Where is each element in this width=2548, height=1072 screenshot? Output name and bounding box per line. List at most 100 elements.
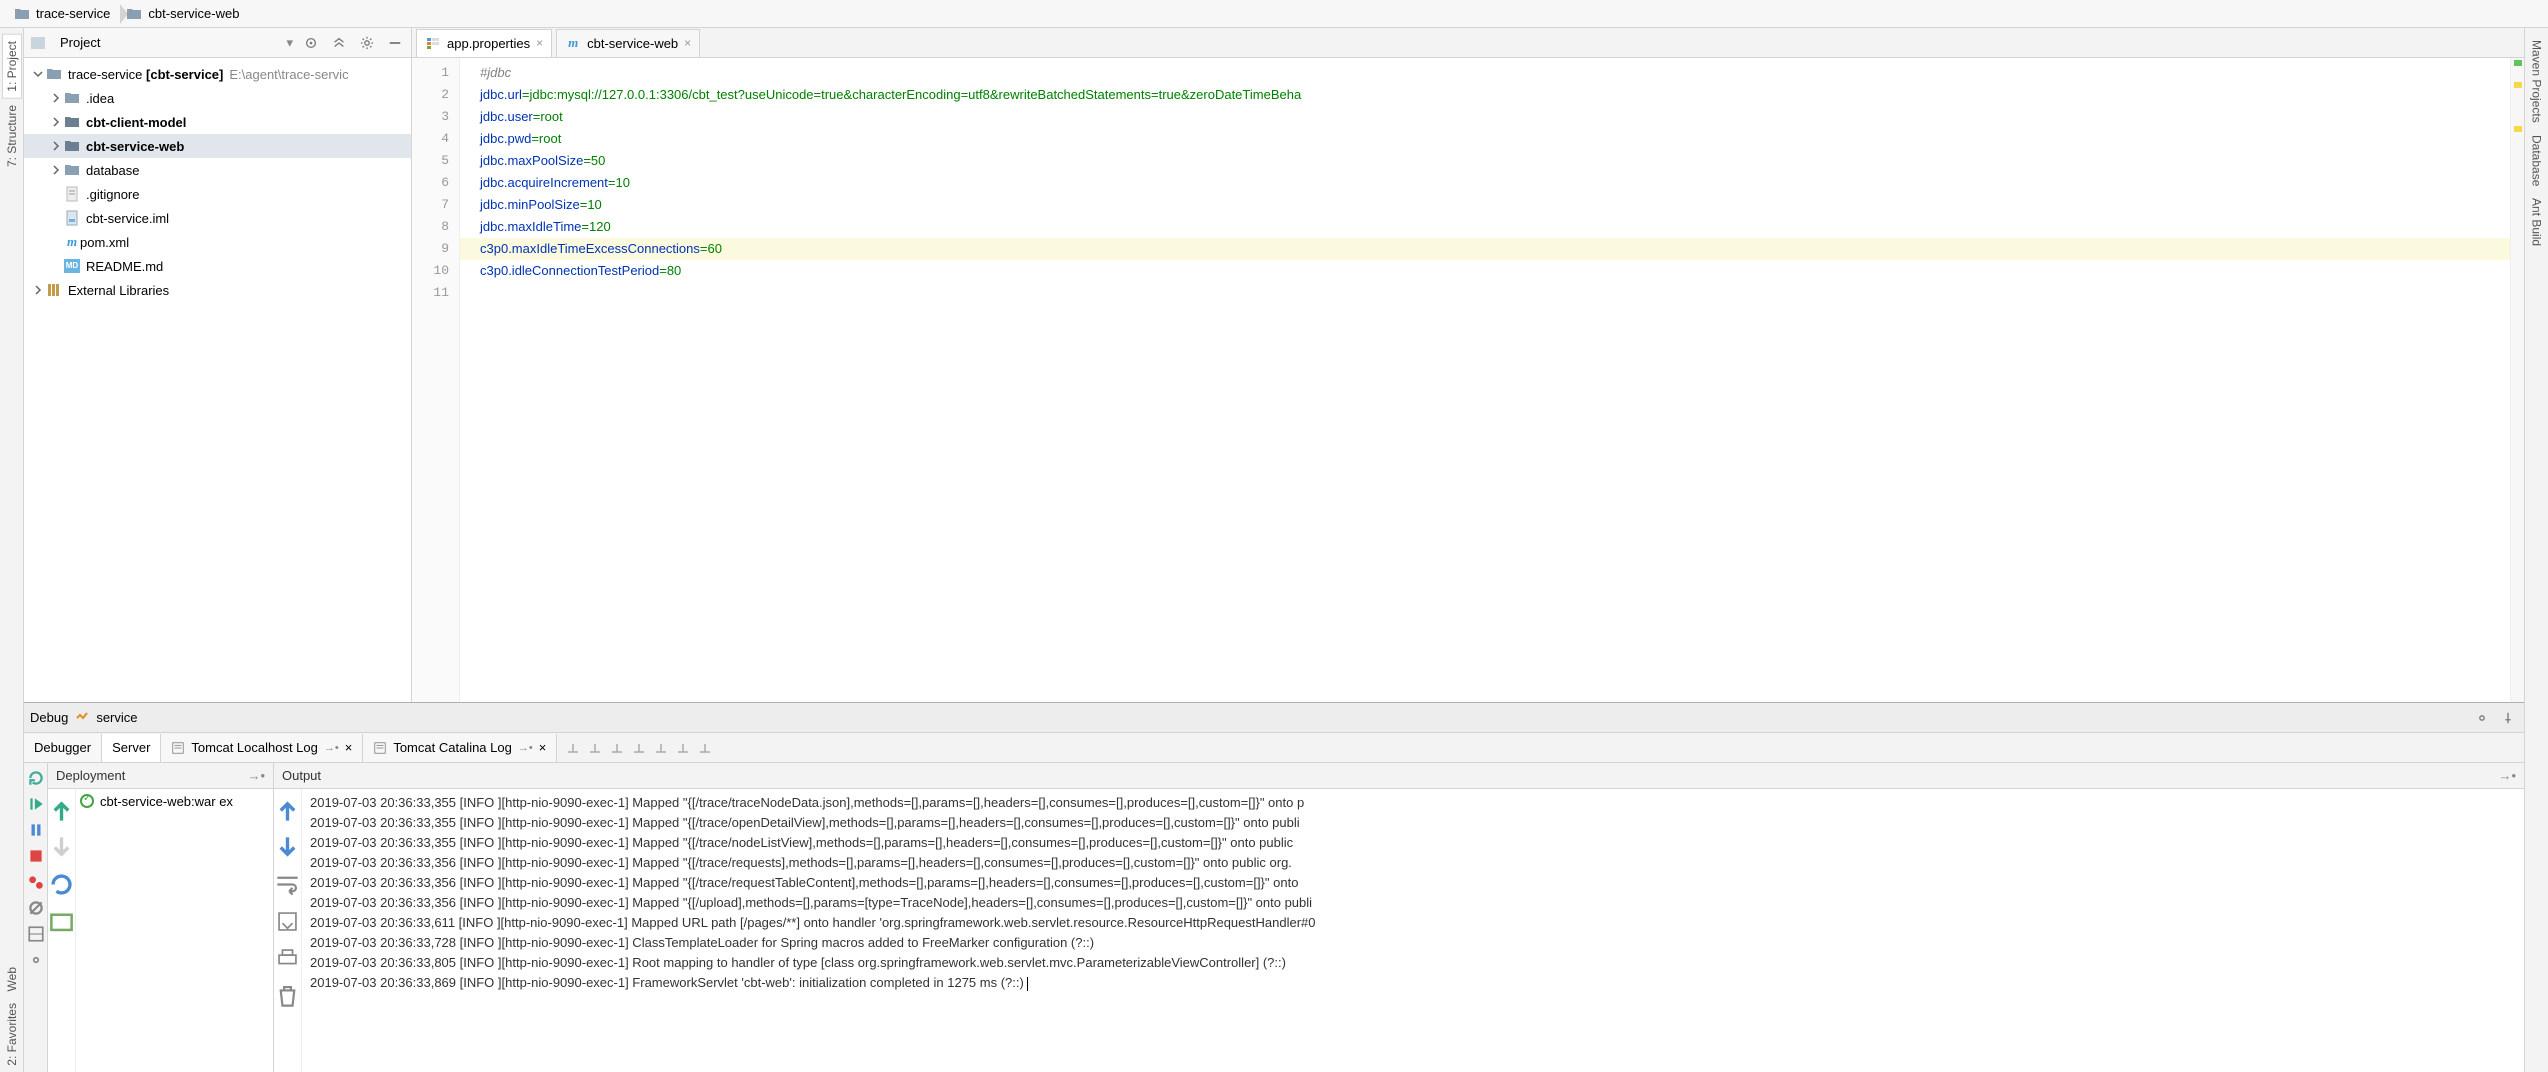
locate-icon[interactable] — [301, 33, 321, 53]
tree-root[interactable]: trace-service [cbt-service] E:\agent\tra… — [24, 62, 411, 86]
project-tool-window: Project ▾ trace-service [cbt-service] E:… — [24, 28, 412, 702]
up-icon[interactable] — [274, 797, 301, 824]
code-line[interactable]: jdbc.pwd=root — [460, 128, 2510, 150]
breadcrumb-item[interactable]: trace-service — [8, 2, 120, 26]
pause-icon[interactable] — [27, 821, 45, 839]
rail-tab-maven[interactable]: Maven Projects — [2528, 34, 2546, 129]
close-icon[interactable]: × — [684, 36, 691, 50]
deploy-toolbar — [48, 789, 76, 1072]
gear-icon[interactable] — [357, 33, 377, 53]
tree-item[interactable]: MDREADME.md — [24, 254, 411, 278]
code-line[interactable]: c3p0.idleConnectionTestPeriod=80 — [460, 260, 2510, 282]
folder-icon — [64, 138, 80, 154]
code-line[interactable]: jdbc.minPoolSize=10 — [460, 194, 2510, 216]
code-line[interactable]: jdbc.maxPoolSize=50 — [460, 150, 2510, 172]
debug-tab[interactable]: Server — [102, 734, 161, 762]
code-line[interactable]: jdbc.user=root — [460, 106, 2510, 128]
scroll-end-icon[interactable] — [274, 908, 301, 935]
rail-tab-favorites[interactable]: 2: Favorites — [3, 997, 21, 1072]
settings-icon[interactable] — [27, 951, 45, 969]
chevron-right-icon — [50, 140, 62, 152]
breadcrumb-label: cbt-service-web — [148, 6, 239, 21]
tree-item[interactable]: database — [24, 158, 411, 182]
tree-label: .gitignore — [86, 187, 139, 202]
code-line[interactable]: jdbc.maxIdleTime=120 — [460, 216, 2510, 238]
deployment-artifact[interactable]: cbt-service-web:war ex — [76, 789, 273, 813]
print-icon[interactable] — [274, 945, 301, 972]
breakpoints-icon[interactable] — [27, 873, 45, 891]
evaluate-icon[interactable] — [697, 740, 713, 756]
artifact-icon[interactable] — [48, 908, 75, 935]
tree-item[interactable]: .idea — [24, 86, 411, 110]
collapse-icon[interactable] — [329, 33, 349, 53]
console-line: 2019-07-03 20:36:33,355 [INFO ][http-nio… — [310, 813, 2516, 833]
refresh-icon[interactable] — [48, 871, 75, 898]
marker-stripe[interactable] — [2510, 58, 2524, 702]
project-icon — [30, 35, 46, 51]
tree-item[interactable]: .gitignore — [24, 182, 411, 206]
step-over-icon[interactable] — [565, 740, 581, 756]
clear-icon[interactable] — [274, 982, 301, 1009]
down-icon[interactable] — [274, 834, 301, 861]
rail-tab-structure[interactable]: 7: Structure — [3, 99, 21, 173]
step-out-icon[interactable] — [631, 740, 647, 756]
folder-icon — [64, 90, 80, 106]
debug-tab[interactable]: Tomcat Catalina Log →• × — [363, 734, 557, 762]
editor-tabs: app.properties× m cbt-service-web × — [412, 28, 2524, 58]
code-line[interactable]: jdbc.url=jdbc:mysql://127.0.0.1:3306/cbt… — [460, 84, 2510, 106]
console-line: 2019-07-03 20:36:33,355 [INFO ][http-nio… — [310, 833, 2516, 853]
stop-icon[interactable] — [27, 847, 45, 865]
tree-item[interactable]: cbt-service.iml — [24, 206, 411, 230]
file-icon — [64, 186, 80, 202]
pin-icon[interactable]: →• — [247, 768, 265, 783]
rail-tab-project[interactable]: 1: Project — [2, 34, 22, 99]
code-line[interactable]: #jdbc — [460, 62, 2510, 84]
close-icon[interactable]: × — [536, 36, 543, 50]
code-line[interactable]: jdbc.acquireIncrement=10 — [460, 172, 2510, 194]
layout-icon[interactable] — [27, 925, 45, 943]
code-line[interactable]: c3p0.maxIdleTimeExcessConnections=60 — [460, 238, 2510, 260]
debug-tab[interactable]: Debugger — [24, 734, 102, 762]
close-icon[interactable]: × — [345, 740, 353, 755]
force-step-into-icon[interactable] — [609, 740, 625, 756]
code-line[interactable] — [460, 282, 2510, 304]
rail-tab-web[interactable]: Web — [3, 961, 21, 997]
soft-wrap-icon[interactable] — [274, 871, 301, 898]
chevron-right-icon — [50, 116, 62, 128]
pin-icon[interactable]: →• — [2498, 768, 2516, 783]
editor-body[interactable]: 1234567891011 #jdbcjdbc.url=jdbc:mysql:/… — [412, 58, 2524, 702]
drop-frame-icon[interactable] — [653, 740, 669, 756]
output-header: Output →• — [274, 763, 2524, 789]
tree-item[interactable]: cbt-client-model — [24, 110, 411, 134]
undeploy-icon[interactable] — [48, 834, 75, 861]
rerun-icon[interactable] — [27, 769, 45, 787]
log-icon — [373, 741, 387, 755]
dropdown-icon[interactable]: ▾ — [286, 35, 293, 51]
tree-label: cbt-client-model — [86, 115, 186, 130]
tree-item[interactable]: mpom.xml — [24, 230, 411, 254]
close-icon[interactable]: × — [539, 740, 547, 755]
console-line: 2019-07-03 20:36:33,869 [INFO ][http-nio… — [310, 973, 2516, 993]
console-output[interactable]: 2019-07-03 20:36:33,355 [INFO ][http-nio… — [302, 789, 2524, 1072]
editor-tab[interactable]: m cbt-service-web × — [556, 29, 700, 57]
maven-icon: m — [565, 35, 581, 51]
resume-icon[interactable] — [27, 795, 45, 813]
run-to-cursor-icon[interactable] — [675, 740, 691, 756]
step-into-icon[interactable] — [587, 740, 603, 756]
deploy-icon[interactable] — [48, 797, 75, 824]
tree-external-libraries[interactable]: External Libraries — [24, 278, 411, 302]
mute-breakpoints-icon[interactable] — [27, 899, 45, 917]
hide-icon[interactable] — [385, 33, 405, 53]
rail-tab-ant[interactable]: Ant Build — [2528, 192, 2546, 252]
gear-icon[interactable] — [2472, 708, 2492, 728]
pin-icon[interactable] — [2498, 708, 2518, 728]
tree-item[interactable]: cbt-service-web — [24, 134, 411, 158]
rail-tab-database[interactable]: Database — [2528, 129, 2546, 192]
debug-title: Debug — [30, 710, 68, 725]
tab-label: cbt-service-web — [587, 36, 678, 51]
debug-tab[interactable]: Tomcat Localhost Log →• × — [161, 734, 363, 762]
chevron-right-icon — [50, 92, 62, 104]
code-area[interactable]: #jdbcjdbc.url=jdbc:mysql://127.0.0.1:330… — [460, 58, 2510, 702]
editor-tab[interactable]: app.properties× — [416, 29, 552, 57]
breadcrumb-item[interactable]: cbt-service-web — [120, 2, 249, 26]
